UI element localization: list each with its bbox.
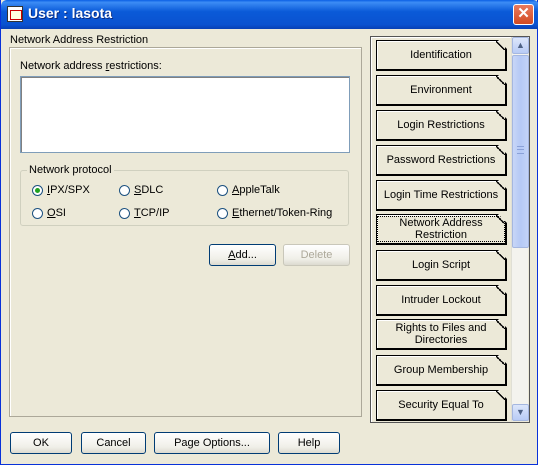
radio-indicator <box>217 184 228 196</box>
tab-intruder-lockout[interactable]: Intruder Lockout <box>376 285 507 316</box>
window-title: User : lasota <box>28 5 113 21</box>
tab-label: Login Restrictions <box>397 119 485 131</box>
delete-button[interactable]: Delete <box>283 244 350 266</box>
tab-login-restrictions[interactable]: Login Restrictions <box>376 110 507 141</box>
tab-label: Rights to Files and Directories <box>395 322 487 346</box>
radio-indicator <box>32 207 43 219</box>
tab-network-address-restriction[interactable]: Network Address Restriction <box>376 214 507 245</box>
tabs-scrollbar[interactable]: ▲ ▼ <box>511 37 529 421</box>
scroll-thumb[interactable] <box>512 55 529 248</box>
grip-icon <box>517 146 524 154</box>
tab-label: Intruder Lockout <box>401 294 481 306</box>
radio-label: TCP/IP <box>134 207 170 219</box>
tab-label: Identification <box>410 49 472 61</box>
radio-indicator <box>32 184 43 196</box>
page-options-button[interactable]: Page Options... <box>154 432 270 454</box>
scroll-up-icon[interactable]: ▲ <box>512 37 529 54</box>
tab-security-equal-to[interactable]: Security Equal To <box>376 390 507 421</box>
tab-login-script[interactable]: Login Script <box>376 250 507 281</box>
radio-appletalk[interactable]: AppleTalk <box>217 183 280 197</box>
radio-indicator <box>217 207 228 219</box>
radio-label: AppleTalk <box>232 184 280 196</box>
tab-login-time-restrictions[interactable]: Login Time Restrictions <box>376 180 507 211</box>
tab-label: Network Address Restriction <box>377 216 505 242</box>
radio-label: Ethernet/Token-Ring <box>232 207 333 219</box>
add-button[interactable]: Add... <box>209 244 276 266</box>
tab-password-restrictions[interactable]: Password Restrictions <box>376 145 507 176</box>
cancel-button[interactable]: Cancel <box>81 432 146 454</box>
section-title: Network Address Restriction <box>10 34 149 46</box>
ok-button[interactable]: OK <box>10 432 72 454</box>
restrictions-list[interactable] <box>20 76 350 153</box>
radio-tcp-ip[interactable]: TCP/IP <box>119 206 169 220</box>
scroll-down-icon[interactable]: ▼ <box>512 404 529 421</box>
tab-label: Password Restrictions <box>386 154 496 166</box>
radio-label: OSI <box>47 207 66 219</box>
radio-osi[interactable]: OSI <box>32 206 66 220</box>
tab-group-membership[interactable]: Group Membership <box>376 355 507 386</box>
radio-label: IPX/SPX <box>47 184 90 196</box>
restrictions-label: Network address restrictions: <box>20 60 162 72</box>
close-button[interactable]: ✕ <box>513 4 534 25</box>
radio-ethernet-token-ring[interactable]: Ethernet/Token-Ring <box>217 206 332 220</box>
network-protocol-label: Network protocol <box>27 164 114 176</box>
radio-indicator <box>119 184 130 196</box>
radio-ipx-spx[interactable]: IPX/SPX <box>32 183 90 197</box>
app-icon <box>7 6 23 22</box>
tab-environment[interactable]: Environment <box>376 75 507 106</box>
tab-label: Login Script <box>411 259 471 271</box>
radio-label: SDLC <box>134 184 164 196</box>
tab-label: Group Membership <box>393 364 489 376</box>
tab-label: Security Equal To <box>398 399 484 411</box>
tab-label: Environment <box>410 84 472 96</box>
radio-indicator <box>119 207 130 219</box>
tab-rights-to-files[interactable]: Rights to Files and Directories <box>376 319 507 350</box>
user-dialog-window: User : lasota ✕ Network Address Restrict… <box>0 0 538 465</box>
title-bar[interactable]: User : lasota ✕ <box>1 0 538 29</box>
tab-identification[interactable]: Identification <box>376 40 507 71</box>
help-button[interactable]: Help <box>278 432 340 454</box>
radio-sdlc[interactable]: SDLC <box>119 183 163 197</box>
tab-label: Login Time Restrictions <box>383 189 499 201</box>
